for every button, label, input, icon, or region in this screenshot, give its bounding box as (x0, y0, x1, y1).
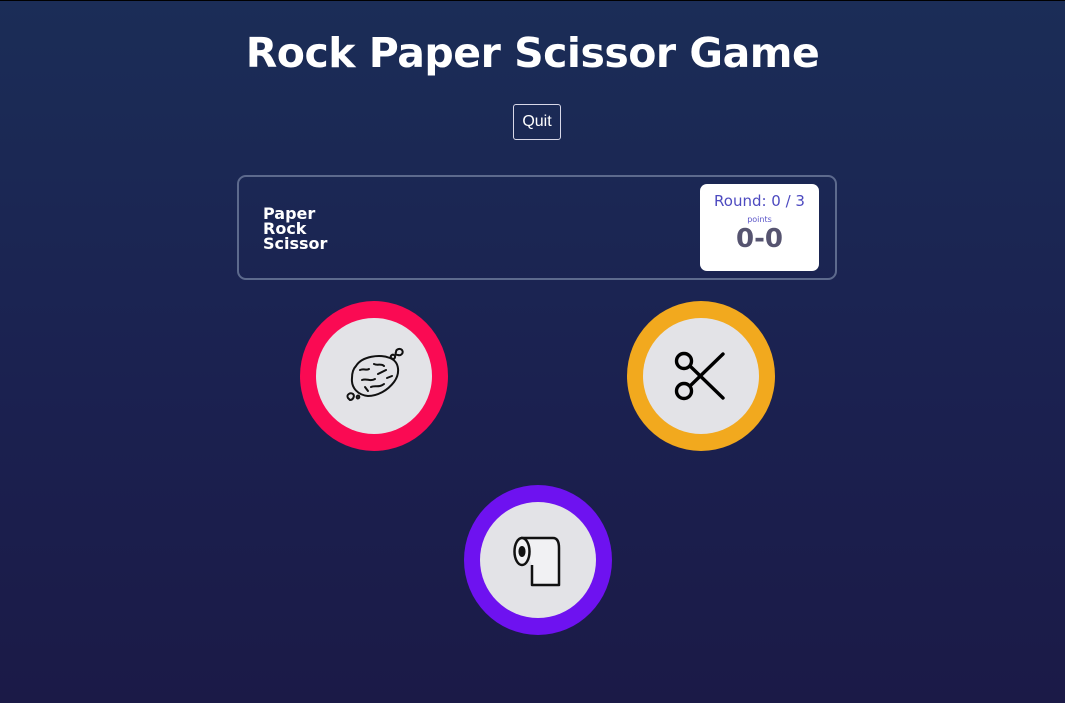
rock-icon (346, 347, 404, 401)
scissors-icon (674, 351, 725, 401)
rock-choice-button[interactable] (300, 301, 448, 451)
logo-line-scissor: Scissor (263, 234, 328, 253)
scissor-choice-button[interactable] (627, 301, 775, 451)
round-counter: Round: 0 / 3 (714, 192, 805, 210)
page-title: Rock Paper Scissor Game (245, 29, 820, 77)
points-label: points (747, 215, 772, 224)
score-card: Round: 0 / 3 points 0-0 (700, 184, 819, 271)
game-logo: Paper Rock Scissor (263, 206, 328, 253)
paper-choice-button[interactable] (464, 485, 612, 635)
score-value: 0-0 (736, 224, 783, 254)
rock-choice-face (316, 318, 432, 434)
toilet-paper-icon (513, 536, 561, 587)
quit-button[interactable]: Quit (513, 104, 561, 140)
scissor-choice-face (643, 318, 759, 434)
paper-choice-face (480, 502, 596, 618)
scoreboard: Paper Rock Scissor Round: 0 / 3 points 0… (237, 175, 837, 280)
